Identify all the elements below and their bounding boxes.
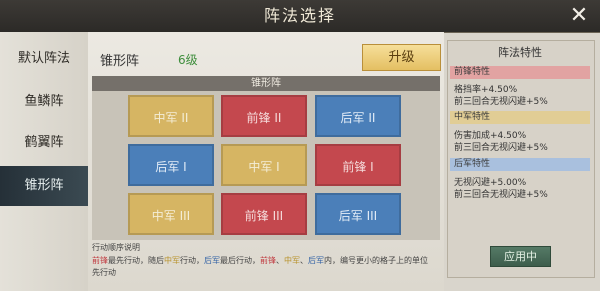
grid-cell-front-2[interactable]: 前锋 II	[221, 95, 307, 137]
grid-cell-rear-1[interactable]: 后军 I	[128, 144, 214, 186]
upgrade-button[interactable]: 升级	[362, 44, 441, 71]
rear-trait-line-2: 前三回合无视闪避+5%	[454, 190, 548, 200]
formation-level: 6级	[178, 53, 198, 67]
note-mid-2: 中军	[284, 256, 300, 265]
window-title: 阵法选择	[263, 6, 336, 25]
grid-cell-front-1[interactable]: 前锋 I	[315, 144, 401, 186]
action-order-title: 行动顺序说明	[92, 243, 140, 252]
sidebar-item-crane-wing[interactable]: 鹤翼阵	[0, 123, 88, 163]
close-icon[interactable]: ✕	[564, 2, 594, 30]
note-text-4: 内，编号更小的格子上的单位	[324, 256, 428, 265]
sidebar-item-fish-scale[interactable]: 鱼鳞阵	[0, 82, 88, 122]
note-sep-2: 、	[300, 256, 308, 265]
note-text-3: 最后行动，	[220, 256, 260, 265]
note-sep-1: 、	[276, 256, 284, 265]
grid-cell-mid-3[interactable]: 中军 III	[128, 193, 214, 235]
sidebar-item-wedge[interactable]: 锥形阵	[0, 166, 88, 206]
formation-name: 锥形阵	[100, 54, 140, 69]
grid-cell-mid-1[interactable]: 中军 I	[221, 144, 307, 186]
mid-traits-header: 中军特性	[450, 111, 590, 124]
grid-cell-rear-2[interactable]: 后军 II	[315, 95, 401, 137]
note-front-2: 前锋	[260, 256, 276, 265]
board-title: 锥形阵	[92, 76, 440, 91]
note-text-1: 最先行动，随后	[108, 256, 164, 265]
grid-cell-rear-3[interactable]: 后军 III	[315, 193, 401, 235]
note-front-1: 前锋	[92, 256, 108, 265]
note-rear-1: 后军	[204, 256, 220, 265]
action-order-line-1: 前锋最先行动，随后中军行动，后军最后行动，前锋、中军、后军内，编号更小的格子上的…	[92, 255, 428, 266]
rear-traits-header: 后军特性	[450, 158, 590, 171]
traits-title: 阵法特性	[498, 46, 542, 59]
front-traits-header: 前锋特性	[450, 66, 590, 79]
mid-trait-line-2: 前三回合无视闪避+5%	[454, 143, 548, 153]
apply-button[interactable]: 应用中	[490, 246, 551, 267]
note-text-2: 行动，	[180, 256, 204, 265]
grid-cell-mid-2[interactable]: 中军 II	[128, 95, 214, 137]
note-rear-2: 后军	[308, 256, 324, 265]
action-order-line-2: 先行动	[92, 268, 116, 277]
note-mid-1: 中军	[164, 256, 180, 265]
grid-cell-front-3[interactable]: 前锋 III	[221, 193, 307, 235]
sidebar-item-default-formation[interactable]: 默认阵法	[0, 39, 88, 79]
front-trait-line-2: 前三回合无视闪避+5%	[454, 97, 548, 107]
